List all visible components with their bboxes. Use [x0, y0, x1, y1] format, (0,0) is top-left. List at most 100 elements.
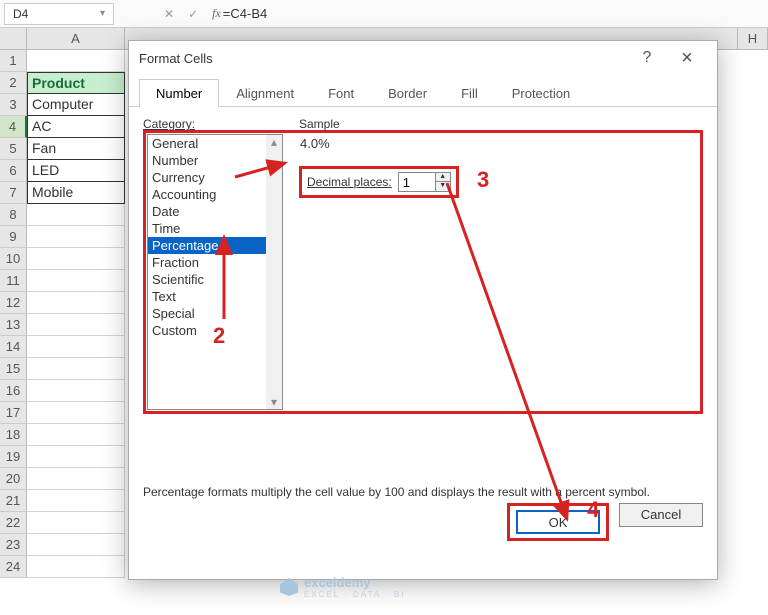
select-all-corner[interactable] — [0, 28, 27, 50]
category-item[interactable]: Time — [148, 220, 282, 237]
cell[interactable] — [27, 336, 125, 358]
annotation-4: 4 — [587, 497, 599, 523]
row-header[interactable]: 20 — [0, 468, 27, 490]
category-item[interactable]: Date — [148, 203, 282, 220]
dialog-close-icon[interactable]: × — [667, 50, 707, 66]
cell[interactable]: LED — [27, 160, 125, 182]
cell[interactable] — [27, 446, 125, 468]
scroll-down-icon[interactable]: ▾ — [271, 395, 277, 409]
row-header[interactable]: 24 — [0, 556, 27, 578]
row-header[interactable]: 17 — [0, 402, 27, 424]
format-description: Percentage formats multiply the cell val… — [143, 485, 703, 499]
decimal-places-spinner[interactable]: ▲ ▼ — [398, 172, 451, 192]
row-header[interactable]: 13 — [0, 314, 27, 336]
row-header[interactable]: 5 — [0, 138, 27, 160]
name-box-value: D4 — [13, 7, 28, 21]
cell[interactable] — [27, 50, 125, 72]
category-listbox[interactable]: GeneralNumberCurrencyAccountingDateTimeP… — [147, 134, 283, 410]
cell[interactable] — [27, 226, 125, 248]
cell[interactable] — [27, 204, 125, 226]
category-item[interactable]: Fraction — [148, 254, 282, 271]
cell[interactable] — [27, 248, 125, 270]
tab-alignment[interactable]: Alignment — [219, 79, 311, 107]
cell[interactable]: AC — [27, 116, 125, 138]
formula-input[interactable] — [221, 4, 521, 23]
name-box-dropdown-icon[interactable]: ▾ — [100, 8, 105, 19]
sample-label: Sample — [299, 117, 459, 131]
cell[interactable] — [27, 490, 125, 512]
annotation-3: 3 — [477, 167, 489, 193]
row-header[interactable]: 1 — [0, 50, 27, 72]
row-header[interactable]: 21 — [0, 490, 27, 512]
row-header[interactable]: 22 — [0, 512, 27, 534]
cell[interactable]: Fan — [27, 138, 125, 160]
formula-bar: D4 ▾ ✕ ✓ fx — [0, 0, 768, 28]
row-header[interactable]: 8 — [0, 204, 27, 226]
watermark: exceldemy EXCEL · DATA · BI — [280, 575, 405, 599]
row-header[interactable]: 11 — [0, 270, 27, 292]
row-header[interactable]: 7 — [0, 182, 27, 204]
scroll-up-icon[interactable]: ▴ — [271, 135, 277, 149]
formula-accept-icon[interactable]: ✓ — [188, 7, 198, 21]
row-header[interactable]: 23 — [0, 534, 27, 556]
tab-border[interactable]: Border — [371, 79, 444, 107]
cell[interactable] — [27, 512, 125, 534]
row-header[interactable]: 15 — [0, 358, 27, 380]
tab-number[interactable]: Number — [139, 79, 219, 107]
name-box[interactable]: D4 ▾ — [4, 3, 114, 25]
row-header[interactable]: 10 — [0, 248, 27, 270]
cell[interactable] — [27, 314, 125, 336]
annotation-2: 2 — [213, 323, 225, 349]
col-header-a[interactable]: A — [27, 28, 125, 50]
watermark-sub: EXCEL · DATA · BI — [304, 590, 405, 599]
cell[interactable] — [27, 424, 125, 446]
tab-font[interactable]: Font — [311, 79, 371, 107]
cell[interactable] — [27, 270, 125, 292]
category-item[interactable]: General — [148, 135, 282, 152]
row-header[interactable]: 4 — [0, 116, 27, 138]
cell[interactable] — [27, 380, 125, 402]
row-header[interactable]: 19 — [0, 446, 27, 468]
decimal-places-input[interactable] — [399, 173, 435, 191]
cell[interactable] — [27, 556, 125, 578]
spinner-up-icon[interactable]: ▲ — [436, 173, 450, 182]
watermark-icon — [280, 578, 298, 596]
cell[interactable]: Mobile — [27, 182, 125, 204]
tab-fill[interactable]: Fill — [444, 79, 495, 107]
cell[interactable] — [27, 468, 125, 490]
cell[interactable]: Product — [27, 72, 125, 94]
category-item[interactable]: Percentage — [148, 237, 282, 254]
tab-protection[interactable]: Protection — [495, 79, 588, 107]
sample-value: 4.0% — [299, 131, 459, 156]
category-item[interactable]: Number — [148, 152, 282, 169]
formula-cancel-icon[interactable]: ✕ — [164, 7, 174, 21]
row-header[interactable]: 14 — [0, 336, 27, 358]
category-item[interactable]: Accounting — [148, 186, 282, 203]
row-header[interactable]: 9 — [0, 226, 27, 248]
row-header[interactable]: 2 — [0, 72, 27, 94]
row-header[interactable]: 3 — [0, 94, 27, 116]
watermark-name: exceldemy — [304, 575, 371, 590]
dialog-title: Format Cells — [139, 51, 627, 66]
fx-icon[interactable]: fx — [212, 6, 221, 21]
cell[interactable]: Computer — [27, 94, 125, 116]
category-item[interactable]: Scientific — [148, 271, 282, 288]
cell[interactable] — [27, 402, 125, 424]
dialog-tabs: NumberAlignmentFontBorderFillProtection — [129, 79, 717, 107]
dialog-help-icon[interactable]: ? — [627, 49, 667, 67]
row-header[interactable]: 6 — [0, 160, 27, 182]
category-item[interactable]: Text — [148, 288, 282, 305]
col-header-h[interactable]: H — [738, 28, 768, 50]
row-header[interactable]: 18 — [0, 424, 27, 446]
cell[interactable] — [27, 358, 125, 380]
format-cells-dialog: Format Cells ? × NumberAlignmentFontBord… — [128, 40, 718, 580]
spinner-down-icon[interactable]: ▼ — [436, 182, 450, 191]
row-header[interactable]: 16 — [0, 380, 27, 402]
decimal-places-label: Decimal places: — [307, 175, 392, 189]
cell[interactable] — [27, 292, 125, 314]
category-item[interactable]: Special — [148, 305, 282, 322]
cancel-button[interactable]: Cancel — [619, 503, 703, 527]
category-item[interactable]: Currency — [148, 169, 282, 186]
row-header[interactable]: 12 — [0, 292, 27, 314]
cell[interactable] — [27, 534, 125, 556]
